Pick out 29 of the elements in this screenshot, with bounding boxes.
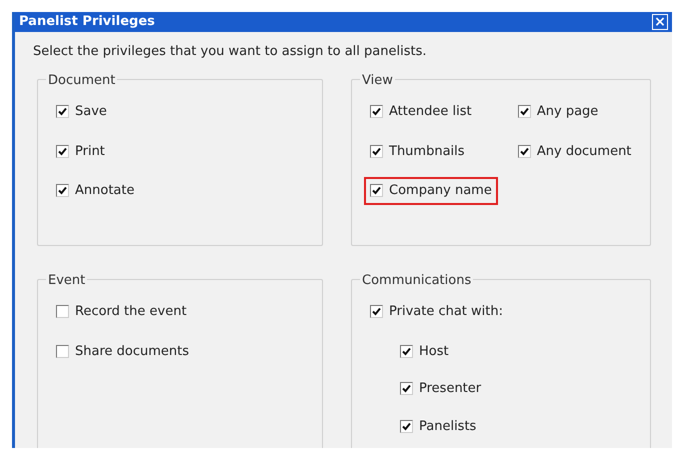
checkmark-icon [58, 186, 67, 196]
checkbox-option[interactable]: Save [50, 98, 113, 126]
checkmark-icon [402, 384, 411, 394]
checkmark-icon [402, 346, 411, 356]
checkbox-option[interactable]: Share documents [50, 338, 196, 365]
checkmark-icon [58, 107, 67, 116]
checkmark-icon [58, 146, 67, 156]
window-title: Panelist Privileges [19, 13, 155, 31]
checkmark-icon [402, 422, 411, 431]
checkbox-option[interactable]: Record the event [50, 298, 193, 326]
checkbox-option[interactable]: Host [394, 338, 455, 365]
checkbox-option[interactable]: Thumbnails [364, 138, 471, 165]
checkbox-option[interactable]: Any page [512, 98, 604, 126]
checkbox-option[interactable]: Any document [512, 138, 638, 165]
checkbox-option[interactable]: Annotate [50, 177, 140, 204]
checkbox-option[interactable]: Presenter [394, 375, 488, 402]
checkbox-option[interactable]: Attendee list [364, 98, 478, 126]
checkbox-option[interactable]: Print [50, 138, 111, 165]
checkmark-icon [372, 186, 381, 196]
checkbox-option[interactable]: Private chat with: [364, 298, 509, 326]
checkmark-icon [372, 107, 381, 116]
checkmark-icon [372, 307, 381, 316]
checkmark-icon [520, 107, 529, 116]
close-button[interactable]: × [652, 14, 668, 30]
checkbox-option[interactable]: Company name [364, 177, 498, 204]
checkmark-icon [520, 146, 529, 156]
checkbox-option[interactable]: Panelists [394, 412, 482, 440]
instruction-text: Select the privileges that you want to assign to all panelists. [33, 42, 428, 60]
checkmark-icon [372, 146, 381, 156]
